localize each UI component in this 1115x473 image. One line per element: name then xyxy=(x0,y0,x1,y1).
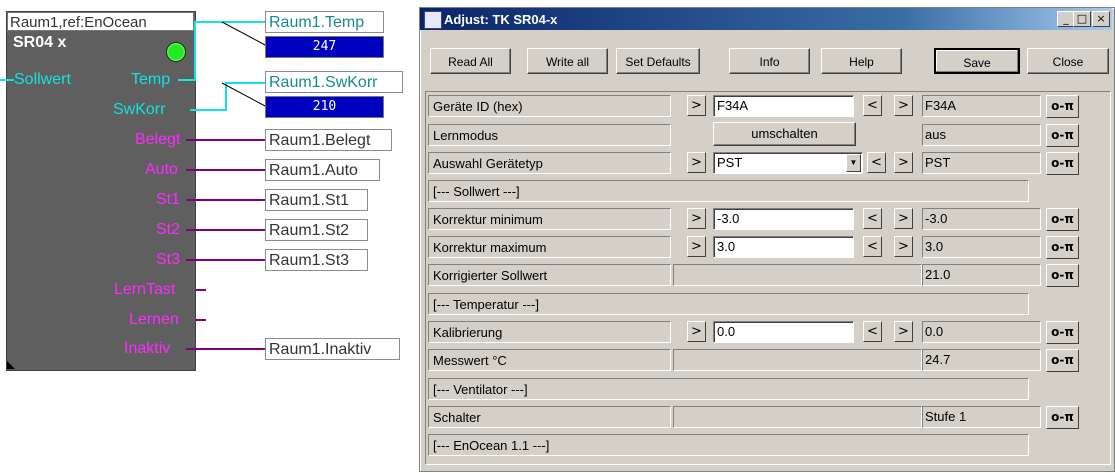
section-row: [--- Sollwert ---] xyxy=(426,178,1108,204)
label-raum1-belegt[interactable]: Raum1.Belegt xyxy=(265,129,392,151)
wire-temp-value xyxy=(221,21,268,47)
section-label: [--- Ventilator ---] xyxy=(428,378,1029,400)
next-button[interactable]: > xyxy=(894,95,913,116)
geraete-id-input[interactable]: F34A xyxy=(713,95,854,117)
close-window-button[interactable]: × xyxy=(1092,11,1110,27)
section-label: [--- EnOcean 1.1 ---] xyxy=(428,434,1029,456)
prev-button[interactable]: < xyxy=(863,321,882,342)
param-label: Kalibrierung xyxy=(428,321,671,343)
label-raum1-temp[interactable]: Raum1.Temp xyxy=(265,11,384,33)
section-row: [--- Ventilator ---] xyxy=(426,376,1108,402)
next-button[interactable]: > xyxy=(687,95,706,116)
param-value: 24.7 xyxy=(922,349,1041,371)
value-raum1-swkorr: 210 xyxy=(265,96,384,118)
param-label: Lernmodus xyxy=(428,124,671,146)
prev-button[interactable]: < xyxy=(867,152,886,173)
param-label: Schalter xyxy=(428,406,671,428)
param-value: F34A xyxy=(922,95,1041,117)
param-value: Stufe 1 xyxy=(922,406,1041,428)
next-button[interactable]: > xyxy=(894,208,913,229)
key-icon[interactable]: o-π xyxy=(1046,349,1079,372)
key-icon[interactable]: o-π xyxy=(1046,95,1079,118)
empty-cell xyxy=(673,264,922,286)
next-button[interactable]: > xyxy=(687,208,706,229)
param-value: 21.0 xyxy=(922,264,1041,286)
wire-temp xyxy=(178,21,267,81)
prev-button[interactable]: < xyxy=(863,208,882,229)
label-raum1-st3[interactable]: Raum1.St3 xyxy=(265,249,368,271)
section-label: [--- Temperatur ---] xyxy=(428,293,1029,315)
next-button[interactable]: > xyxy=(687,321,706,342)
param-row: Messwert °C 24.7 o-π xyxy=(426,347,1108,373)
next-button[interactable]: > xyxy=(894,236,913,257)
param-label: Messwert °C xyxy=(428,349,671,371)
key-icon[interactable]: o-π xyxy=(1046,208,1079,231)
chevron-down-icon[interactable]: ▼ xyxy=(846,154,861,172)
geraetetyp-select[interactable]: PST ▼ xyxy=(713,152,863,174)
empty-cell xyxy=(673,349,922,371)
next-button[interactable]: > xyxy=(894,152,913,173)
label-raum1-swkorr[interactable]: Raum1.SwKorr xyxy=(265,71,403,93)
window-icon xyxy=(424,11,442,29)
umschalten-button[interactable]: umschalten xyxy=(713,122,856,146)
key-icon[interactable]: o-π xyxy=(1046,236,1079,259)
key-icon[interactable]: o-π xyxy=(1046,321,1079,344)
wire-swkorr-value xyxy=(221,82,268,108)
empty-cell xyxy=(673,406,922,428)
next-button[interactable]: > xyxy=(687,236,706,257)
param-row: Korrektur maximum > 3.0 < > 3.0 o-π xyxy=(426,234,1108,260)
save-button[interactable]: Save xyxy=(934,48,1020,74)
korrektur-minimum-input[interactable]: -3.0 xyxy=(713,208,854,230)
param-value: PST xyxy=(922,152,1041,174)
param-row: Geräte ID (hex) > F34A < > F34A o-π xyxy=(426,93,1108,119)
section-row: [--- Temperatur ---] xyxy=(426,291,1108,317)
param-label: Geräte ID (hex) xyxy=(428,95,671,117)
label-raum1-st1[interactable]: Raum1.St1 xyxy=(265,189,368,211)
label-raum1-auto[interactable]: Raum1.Auto xyxy=(265,159,380,181)
wire-swkorr xyxy=(190,82,267,111)
key-icon[interactable]: o-π xyxy=(1046,124,1079,147)
value-raum1-temp: 247 xyxy=(265,36,384,58)
maximize-button[interactable]: □ xyxy=(1073,11,1091,27)
write-all-button[interactable]: Write all xyxy=(527,48,608,74)
next-button[interactable]: > xyxy=(687,152,706,173)
key-icon[interactable]: o-π xyxy=(1046,264,1079,287)
param-value: aus xyxy=(922,124,1041,146)
key-icon[interactable]: o-π xyxy=(1046,406,1079,429)
param-value: 3.0 xyxy=(922,236,1041,258)
set-defaults-button[interactable]: Set Defaults xyxy=(616,48,700,74)
param-value: -3.0 xyxy=(922,208,1041,230)
prev-button[interactable]: < xyxy=(863,236,882,257)
read-all-button[interactable]: Read All xyxy=(430,48,511,74)
prev-button[interactable]: < xyxy=(863,95,882,116)
param-label: Auswahl Gerätetyp xyxy=(428,152,671,174)
label-raum1-st2[interactable]: Raum1.St2 xyxy=(265,219,368,241)
param-row: Schalter Stufe 1 o-π xyxy=(426,404,1108,430)
param-label: Korrektur minimum xyxy=(428,208,671,230)
help-button[interactable]: Help xyxy=(821,48,902,74)
param-row: Lernmodus umschalten aus o-π xyxy=(426,122,1108,148)
close-button[interactable]: Close xyxy=(1027,48,1109,74)
section-label: [--- Sollwert ---] xyxy=(428,180,1029,202)
section-row: [--- EnOcean 1.1 ---] xyxy=(426,432,1108,458)
param-row: Auswahl Gerätetyp > PST ▼ < > PST o-π xyxy=(426,150,1108,176)
kalibrierung-input[interactable]: 0.0 xyxy=(713,321,854,343)
param-label: Korrigierter Sollwert xyxy=(428,264,671,286)
window-title: Adjust: TK SR04-x xyxy=(444,12,558,27)
korrektur-maximum-input[interactable]: 3.0 xyxy=(713,236,854,258)
label-raum1-inaktiv[interactable]: Raum1.Inaktiv xyxy=(265,338,400,360)
param-value: 0.0 xyxy=(922,321,1041,343)
param-label: Korrektur maximum xyxy=(428,236,671,258)
key-icon[interactable]: o-π xyxy=(1046,152,1079,175)
param-row: Korrigierter Sollwert 21.0 o-π xyxy=(426,262,1108,288)
param-row: Kalibrierung > 0.0 < > 0.0 o-π xyxy=(426,319,1108,345)
param-row: Korrektur minimum > -3.0 < > -3.0 o-π xyxy=(426,206,1108,232)
next-button[interactable]: > xyxy=(894,321,913,342)
info-button[interactable]: Info xyxy=(729,48,810,74)
select-value: PST xyxy=(717,155,743,170)
